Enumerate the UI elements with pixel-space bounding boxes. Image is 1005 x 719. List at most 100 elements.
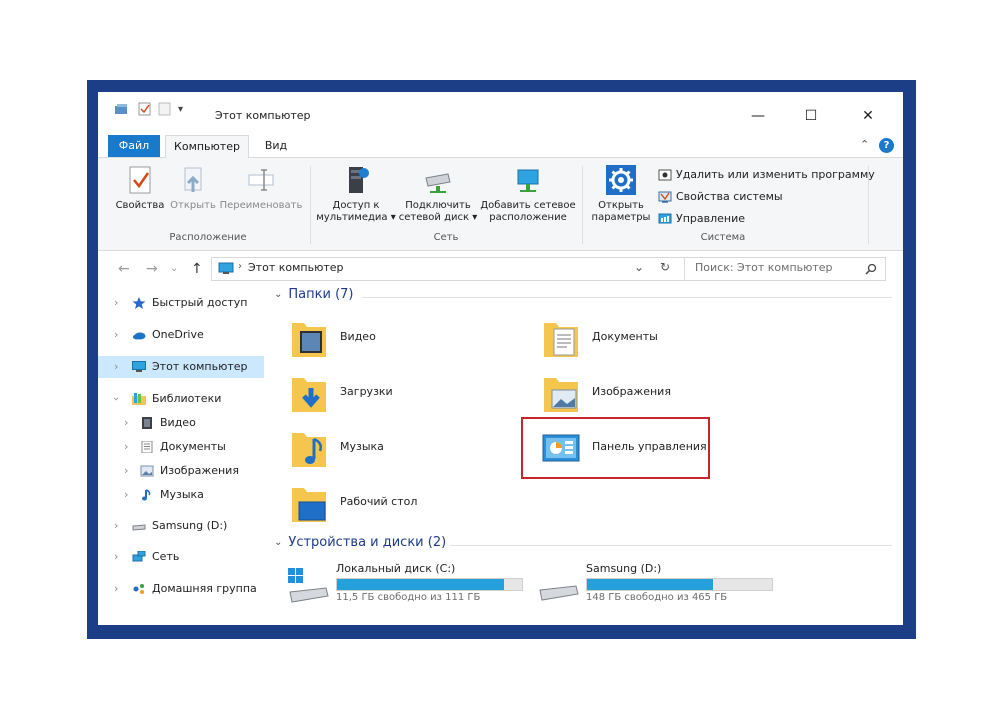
refresh-icon[interactable]: ↻ bbox=[660, 260, 670, 274]
tab-file[interactable]: Файл bbox=[108, 135, 160, 157]
customize-quick-access-icon[interactable]: ▾ bbox=[178, 104, 183, 115]
expand-chevron-icon[interactable]: › bbox=[114, 515, 118, 537]
up-arrow-icon[interactable]: ↑ bbox=[191, 261, 203, 277]
expand-chevron-icon[interactable]: › bbox=[114, 292, 118, 314]
rename-icon bbox=[245, 164, 277, 196]
explorer-app-icon[interactable] bbox=[114, 102, 130, 116]
system-properties-icon bbox=[658, 191, 672, 203]
nav-item-library-video[interactable]: › Видео bbox=[98, 412, 264, 434]
expand-chevron-icon[interactable]: › bbox=[114, 356, 118, 378]
minimize-button[interactable]: — bbox=[743, 106, 773, 126]
nav-item-library-documents[interactable]: › Документы bbox=[98, 436, 264, 458]
back-arrow-icon[interactable]: ← bbox=[118, 261, 130, 277]
nav-item-library-images[interactable]: › Изображения bbox=[98, 460, 264, 482]
section-divider bbox=[362, 297, 892, 298]
drive-item-d[interactable]: Samsung (D:) 148 ГБ свободно из 465 ГБ bbox=[536, 562, 776, 608]
nav-item-quick-access[interactable]: › Быстрый доступ bbox=[98, 292, 264, 314]
folder-item-images[interactable]: Изображения bbox=[542, 372, 742, 418]
properties-quick-icon[interactable] bbox=[138, 102, 152, 116]
expand-chevron-icon[interactable]: › bbox=[124, 412, 128, 434]
nav-item-this-pc[interactable]: › Этот компьютер bbox=[98, 356, 264, 378]
folder-item-video[interactable]: Видео bbox=[290, 317, 490, 363]
window-title: Этот компьютер bbox=[215, 109, 311, 122]
rename-button[interactable]: Переименовать bbox=[218, 164, 304, 212]
new-folder-quick-icon[interactable] bbox=[158, 102, 172, 116]
folders-section-header[interactable]: ⌄ Папки (7) bbox=[274, 287, 353, 302]
star-icon bbox=[132, 297, 146, 309]
search-box[interactable]: Поиск: Этот компьютер bbox=[684, 257, 886, 281]
ribbon-collapse-icon[interactable]: ⌃ bbox=[860, 138, 869, 151]
open-button[interactable]: Открыть bbox=[168, 164, 218, 212]
address-bar[interactable]: › Этот компьютер ⌄ ↻ bbox=[211, 257, 687, 281]
recent-locations-chevron-icon[interactable]: ⌄ bbox=[170, 263, 178, 274]
documents-folder-icon bbox=[544, 323, 578, 357]
nav-item-homegroup[interactable]: › Домашняя группа bbox=[98, 578, 264, 600]
expand-chevron-icon[interactable]: › bbox=[114, 578, 118, 600]
settings-gear-icon bbox=[605, 164, 637, 196]
breadcrumb-separator-icon[interactable]: › bbox=[238, 261, 242, 272]
open-settings-button[interactable]: Открыть параметры bbox=[588, 164, 654, 224]
section-divider bbox=[450, 545, 892, 546]
network-location-icon bbox=[512, 164, 544, 196]
tab-computer[interactable]: Компьютер bbox=[165, 135, 249, 159]
desktop-folder-icon bbox=[292, 488, 326, 522]
add-network-location-button[interactable]: Добавить сетевое расположение bbox=[480, 164, 576, 224]
navigation-bar: ← → ⌄ ↑ › Этот компьютер ⌄ ↻ Поиск: Этот… bbox=[98, 251, 903, 285]
nav-item-library-music[interactable]: › Музыка bbox=[98, 484, 264, 506]
drive-item-c[interactable]: Локальный диск (C:) 11,5 ГБ свободно из … bbox=[286, 562, 526, 608]
section-collapse-chevron-icon[interactable]: ⌄ bbox=[274, 289, 282, 300]
network-drive-icon bbox=[422, 164, 454, 196]
drive-icon bbox=[132, 524, 146, 531]
search-input[interactable]: Поиск: Этот компьютер bbox=[695, 261, 833, 275]
images-icon bbox=[140, 465, 154, 477]
drive-icon bbox=[539, 585, 579, 601]
properties-button[interactable]: Свойства bbox=[114, 164, 166, 212]
devices-section-header[interactable]: ⌄ Устройства и диски (2) bbox=[274, 535, 446, 550]
title-bar: ▾ Этот компьютер — ☐ ✕ bbox=[98, 92, 903, 124]
close-button[interactable]: ✕ bbox=[853, 106, 883, 126]
expand-chevron-icon[interactable]: › bbox=[124, 484, 128, 506]
nav-item-network[interactable]: › Сеть bbox=[98, 546, 264, 568]
folder-item-documents[interactable]: Документы bbox=[542, 317, 742, 363]
ribbon-separator bbox=[582, 166, 583, 244]
folder-item-downloads[interactable]: Загрузки bbox=[290, 372, 490, 418]
nav-item-libraries[interactable]: › Библиотеки bbox=[98, 388, 264, 410]
expand-chevron-icon[interactable]: › bbox=[124, 436, 128, 458]
management-button[interactable]: Управление bbox=[658, 212, 745, 226]
help-icon[interactable]: ? bbox=[879, 138, 894, 153]
management-icon bbox=[658, 213, 672, 224]
breadcrumb-path[interactable]: Этот компьютер bbox=[248, 261, 344, 275]
folder-item-desktop[interactable]: Рабочий стол bbox=[290, 482, 490, 528]
group-label-location: Расположение bbox=[169, 232, 247, 243]
maximize-button[interactable]: ☐ bbox=[796, 106, 826, 126]
drive-d-usage-fill bbox=[587, 579, 713, 590]
nav-item-samsung-drive[interactable]: › Samsung (D:) bbox=[98, 515, 264, 537]
search-icon[interactable] bbox=[865, 263, 877, 275]
group-label-system: Система bbox=[700, 232, 746, 243]
media-access-button[interactable]: Доступ к мультимедиа ▾ bbox=[316, 164, 396, 224]
ribbon: Свойства Открыть Переименовать Расположе… bbox=[98, 158, 903, 251]
folder-item-music[interactable]: Музыка bbox=[290, 427, 490, 473]
address-dropdown-chevron-icon[interactable]: ⌄ bbox=[634, 260, 644, 274]
quick-access-toolbar: ▾ bbox=[114, 102, 183, 116]
expand-chevron-icon[interactable]: › bbox=[124, 460, 128, 482]
music-folder-icon bbox=[292, 433, 326, 467]
expand-chevron-icon[interactable]: › bbox=[114, 546, 118, 568]
uninstall-icon bbox=[658, 169, 672, 181]
homegroup-icon bbox=[133, 584, 144, 594]
system-properties-button[interactable]: Свойства системы bbox=[658, 190, 783, 204]
expand-chevron-icon[interactable]: › bbox=[114, 324, 118, 346]
forward-arrow-icon[interactable]: → bbox=[146, 261, 158, 277]
nav-item-onedrive[interactable]: › OneDrive bbox=[98, 324, 264, 346]
map-network-drive-button[interactable]: Подключить сетевой диск ▾ bbox=[398, 164, 478, 224]
music-icon bbox=[142, 489, 151, 501]
collapse-chevron-icon[interactable]: › bbox=[105, 397, 127, 401]
media-server-icon bbox=[340, 164, 372, 196]
tab-view[interactable]: Вид bbox=[256, 135, 296, 157]
section-collapse-chevron-icon[interactable]: ⌄ bbox=[274, 537, 282, 548]
uninstall-program-button[interactable]: Удалить или изменить программу bbox=[658, 168, 875, 182]
properties-icon bbox=[124, 164, 156, 196]
drive-d-usage-bar bbox=[586, 578, 773, 591]
computer-icon bbox=[218, 262, 234, 274]
content-pane: ⌄ Папки (7) Видео Документы Загрузки Изо… bbox=[270, 285, 903, 625]
